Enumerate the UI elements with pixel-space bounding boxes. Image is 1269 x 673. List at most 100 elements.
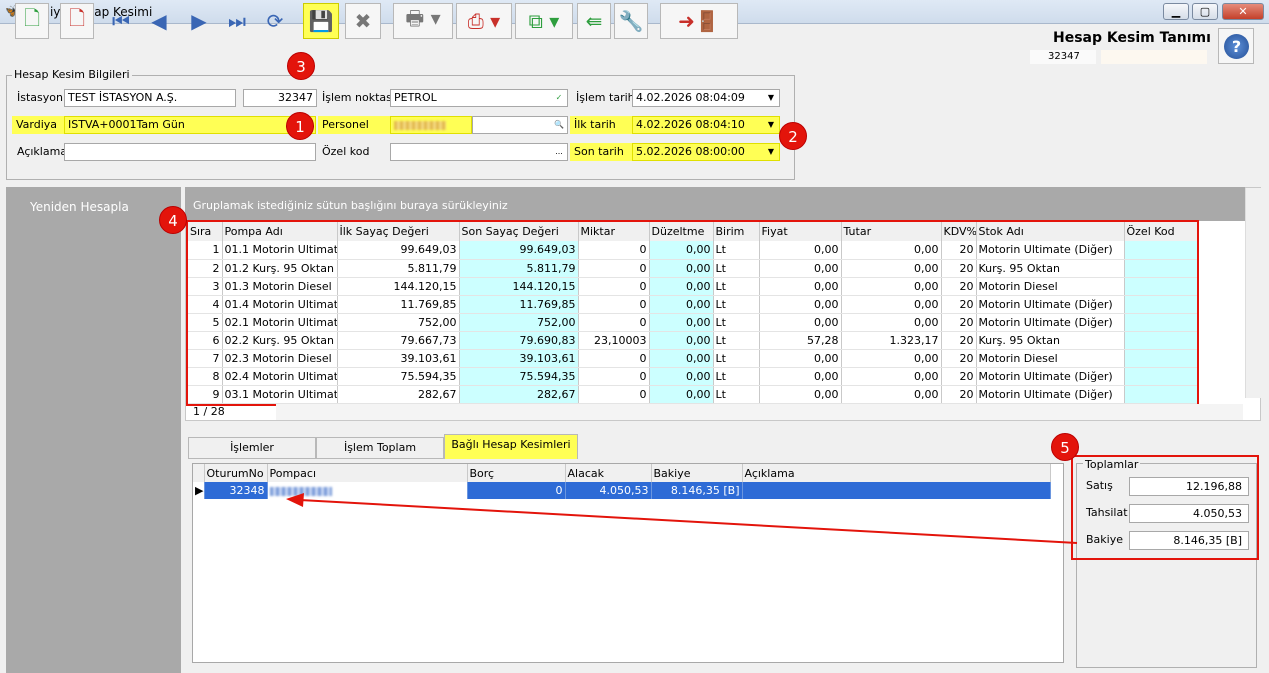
exit-door-icon: ➜🚪: [678, 9, 720, 33]
group-by-hint[interactable]: Gruplamak istediğiniz sütun başlığını bu…: [185, 187, 1245, 221]
son-tarih-field[interactable]: 5.02.2026 08:00:00 ▼: [632, 143, 780, 161]
last-record-button[interactable]: ⏭: [220, 3, 254, 39]
exit-button[interactable]: ➜🚪: [660, 3, 738, 39]
delete-document-icon: 🗋: [68, 6, 86, 30]
column-header[interactable]: Pompacı: [267, 464, 468, 482]
istasyon-label: İstasyon: [17, 91, 63, 104]
islem-noktasi-value: PETROL: [394, 91, 437, 104]
vardiya-label: Vardiya: [12, 116, 64, 134]
dropdown-arrow-icon[interactable]: ▼: [764, 91, 778, 105]
row-marker-icon: ▶: [193, 482, 205, 499]
pompaci-cell[interactable]: [267, 482, 468, 499]
row-selector-header: [193, 464, 205, 482]
page-indicator: 1 / 28: [193, 405, 225, 418]
maximize-button[interactable]: ▢: [1192, 3, 1218, 20]
annotation-badge-4: 4: [159, 206, 187, 234]
islem-tarihi-field[interactable]: 4.02.2026 08:04:09 ▼: [632, 89, 780, 107]
table-row[interactable]: ▶ 32348 0 4.050,53 8.146,35 [B]: [193, 482, 1051, 499]
annotation-badge-2: 2: [779, 122, 807, 150]
ilk-tarih-field[interactable]: 4.02.2026 08:04:10 ▼: [632, 116, 780, 134]
ozel-kod-label: Özel kod: [322, 145, 370, 158]
islem-tarihi-value: 4.02.2026 08:04:09: [636, 91, 745, 104]
discard-icon: ✖: [354, 9, 372, 33]
islem-noktasi-field[interactable]: PETROL ✓: [390, 89, 568, 107]
ozel-kod-field[interactable]: ...: [390, 143, 568, 161]
istasyon-field[interactable]: TEST İSTASYON A.Ş.: [64, 89, 236, 107]
istasyon-code-field[interactable]: 32347: [243, 89, 317, 107]
tab-bagli-hesap-kesimleri[interactable]: Bağlı Hesap Kesimleri: [444, 434, 578, 459]
column-header[interactable]: Açıklama: [742, 464, 1051, 482]
aciklama-field[interactable]: [64, 143, 316, 161]
refresh-button[interactable]: ⟳: [257, 3, 293, 39]
son-tarih-label: Son tarih: [570, 143, 632, 161]
islem-noktasi-label: İşlem noktası: [322, 91, 395, 104]
first-record-icon: ⏮: [112, 9, 130, 33]
settings-tool-icon: 🔧: [618, 9, 644, 33]
vertical-scrollbar[interactable]: [1245, 188, 1261, 398]
ellipsis-button[interactable]: ...: [552, 145, 566, 159]
personel-field[interactable]: [390, 116, 472, 134]
horizontal-scrollbar[interactable]: [276, 404, 1243, 420]
print-button[interactable]: 🖶 ▾: [393, 3, 453, 39]
help-icon: ?: [1224, 34, 1249, 59]
personel-label: Personel: [318, 116, 390, 134]
ilk-tarih-label: İlk tarih: [570, 116, 632, 134]
previous-record-button[interactable]: ◀: [144, 3, 174, 39]
pdf-export-button[interactable]: ⎙ ▾: [456, 3, 512, 39]
borc-cell[interactable]: 0: [467, 482, 566, 499]
refresh-icon: ⟳: [266, 9, 284, 33]
blurred-personel-name: [394, 120, 446, 130]
vardiya-field[interactable]: ISTVA+0001Tam Gün: [64, 116, 316, 134]
previous-record-icon: ◀: [151, 9, 167, 33]
son-tarih-value: 5.02.2026 08:00:00: [636, 145, 745, 158]
record-id: 32347: [1030, 50, 1096, 64]
annotation-outline: [186, 220, 1199, 406]
help-button[interactable]: ?: [1218, 28, 1254, 64]
copy-export-button[interactable]: ⧉ ▾: [515, 3, 573, 39]
tab-islemler[interactable]: İşlemler: [188, 437, 316, 459]
aciklama-cell[interactable]: [742, 482, 1051, 499]
linked-accounts-grid: OturumNo Pompacı Borç Alacak Bakiye Açıklama …: [193, 464, 1051, 499]
first-record-button[interactable]: ⏮: [104, 3, 138, 39]
delete-record-button[interactable]: 🗋: [60, 3, 94, 39]
pdf-export-icon: ⎙ ▾: [467, 9, 501, 33]
annotation-badge-1: 1: [286, 112, 314, 140]
annotation-badge-3: 3: [287, 52, 315, 80]
recalculate-button[interactable]: Yeniden Hesapla: [30, 200, 129, 214]
column-header[interactable]: Bakiye: [651, 464, 743, 482]
annotation-badge-5: 5: [1051, 433, 1079, 461]
new-record-button[interactable]: 🗋: [15, 3, 49, 39]
personel-picker[interactable]: 🔍: [472, 116, 568, 134]
dropdown-arrow-icon[interactable]: ▼: [764, 145, 778, 159]
new-document-icon: 🗋: [23, 6, 41, 30]
last-record-icon: ⏭: [228, 9, 246, 33]
column-header[interactable]: Borç: [467, 464, 566, 482]
tab-islem-toplam[interactable]: İşlem Toplam: [316, 437, 444, 459]
column-header[interactable]: Alacak: [565, 464, 652, 482]
sub-grid-header-row: OturumNo Pompacı Borç Alacak Bakiye Açıklama: [193, 464, 1051, 482]
import-button[interactable]: ⇚: [577, 3, 611, 39]
tools-button[interactable]: 🔧: [614, 3, 648, 39]
import-icon: ⇚: [585, 9, 603, 33]
column-header[interactable]: OturumNo: [204, 464, 268, 482]
left-panel: [6, 187, 181, 673]
annotation-outline: [1071, 455, 1259, 560]
page-title: Hesap Kesim Tanımı: [1053, 30, 1211, 46]
ilk-tarih-value: 4.02.2026 08:04:10: [636, 118, 745, 131]
minimize-button[interactable]: ▁: [1163, 3, 1189, 20]
copy-export-icon: ⧉ ▾: [528, 9, 560, 33]
discard-button[interactable]: ✖: [345, 3, 381, 39]
print-icon: 🖶 ▾: [405, 6, 441, 30]
close-button[interactable]: ✕: [1222, 3, 1264, 20]
next-record-button[interactable]: ▶: [184, 3, 214, 39]
search-user-icon[interactable]: 🔍: [552, 118, 566, 132]
next-record-icon: ▶: [191, 9, 207, 33]
dropdown-arrow-icon[interactable]: ▼: [764, 118, 778, 132]
aciklama-label: Açıklama: [17, 145, 68, 158]
blurred-pompaci-name: [269, 486, 332, 496]
alacak-cell[interactable]: 4.050,53: [565, 482, 652, 499]
save-button[interactable]: 💾: [303, 3, 339, 39]
record-info-blank: [1101, 50, 1207, 64]
bakiye-cell[interactable]: 8.146,35 [B]: [651, 482, 743, 499]
oturum-no-cell[interactable]: 32348: [204, 482, 268, 499]
